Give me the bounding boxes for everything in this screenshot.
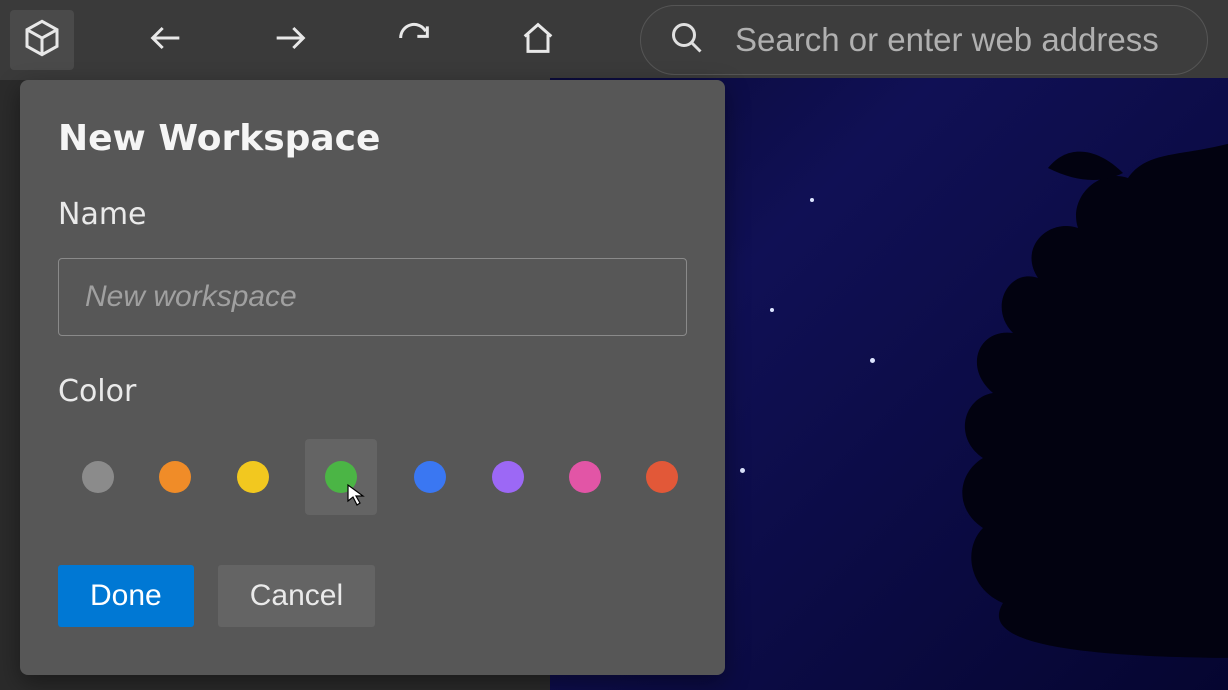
- new-workspace-dialog: New Workspace Name Color Done Cancel: [20, 80, 725, 675]
- tree-silhouette: [868, 138, 1228, 658]
- home-button[interactable]: [506, 10, 570, 70]
- home-icon: [518, 18, 558, 62]
- done-button[interactable]: Done: [58, 565, 194, 627]
- color-swatch-green[interactable]: [305, 439, 377, 515]
- color-dot-icon: [159, 461, 191, 493]
- address-bar[interactable]: [640, 5, 1208, 75]
- nav-group: [134, 10, 570, 70]
- color-swatch-orange[interactable]: [150, 451, 199, 503]
- workspaces-button[interactable]: [10, 10, 74, 70]
- arrow-left-icon: [146, 18, 186, 62]
- color-dot-icon: [325, 461, 357, 493]
- address-input[interactable]: [735, 21, 1179, 59]
- color-swatch-gray[interactable]: [73, 451, 122, 503]
- cube-icon: [22, 18, 62, 62]
- color-swatch-blue[interactable]: [405, 451, 454, 503]
- color-dot-icon: [492, 461, 524, 493]
- color-dot-icon: [569, 461, 601, 493]
- color-swatch-purple[interactable]: [483, 451, 532, 503]
- name-label: Name: [58, 197, 687, 232]
- browser-toolbar: [0, 0, 1228, 80]
- color-picker-row: [58, 439, 687, 515]
- arrow-right-icon: [270, 18, 310, 62]
- dialog-title: New Workspace: [58, 118, 687, 159]
- refresh-icon: [394, 18, 434, 62]
- color-dot-icon: [646, 461, 678, 493]
- dialog-button-row: Done Cancel: [58, 565, 687, 627]
- color-dot-icon: [414, 461, 446, 493]
- color-label: Color: [58, 374, 687, 409]
- color-dot-icon: [82, 461, 114, 493]
- color-swatch-pink[interactable]: [560, 451, 609, 503]
- color-swatch-red[interactable]: [638, 451, 687, 503]
- forward-button[interactable]: [258, 10, 322, 70]
- back-button[interactable]: [134, 10, 198, 70]
- color-dot-icon: [237, 461, 269, 493]
- workspace-name-input[interactable]: [58, 258, 687, 336]
- color-swatch-yellow[interactable]: [228, 451, 277, 503]
- search-icon: [669, 20, 705, 60]
- cancel-button[interactable]: Cancel: [218, 565, 375, 627]
- refresh-button[interactable]: [382, 10, 446, 70]
